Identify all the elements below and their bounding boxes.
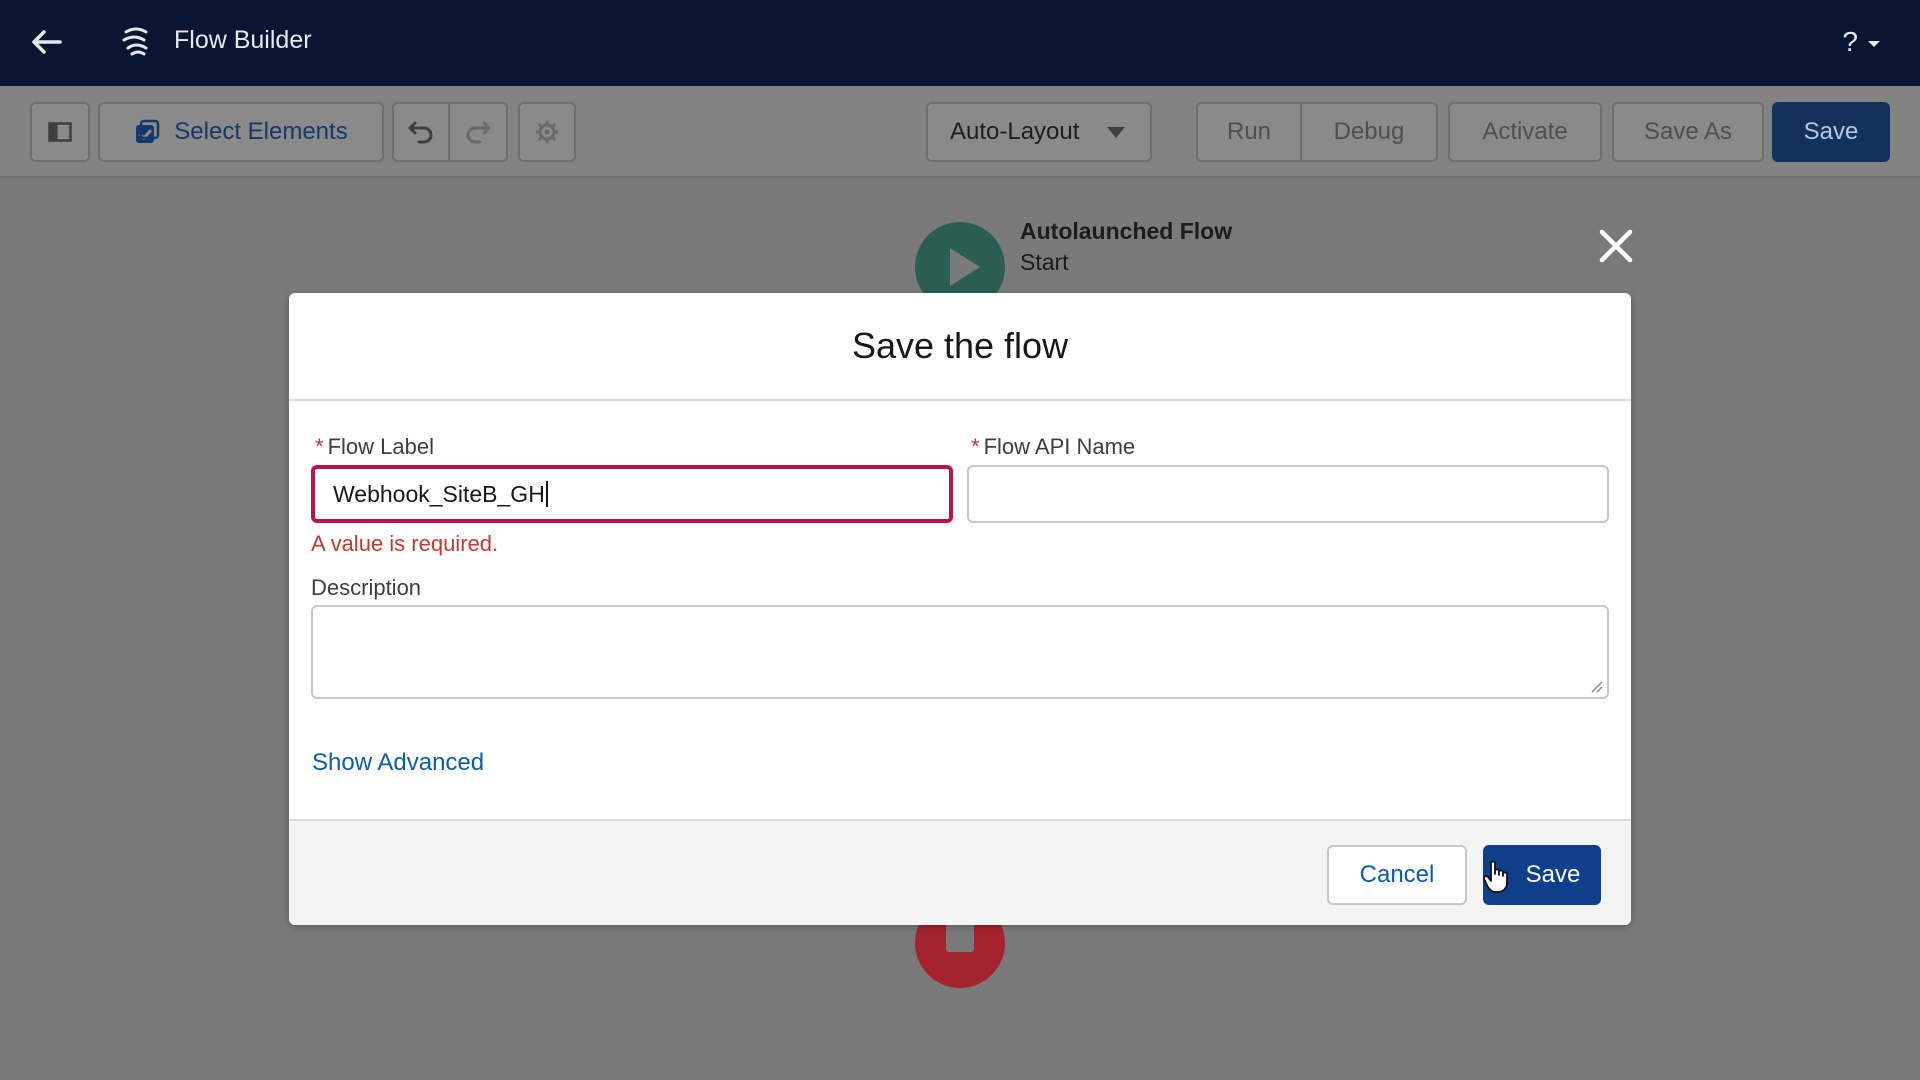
toolbar-save-button[interactable]: Save <box>1772 102 1890 162</box>
flow-properties-button[interactable] <box>518 102 576 162</box>
description-label: Description <box>311 575 422 600</box>
chevron-down-icon <box>1107 126 1126 138</box>
flow-api-name-text: Flow API Name <box>983 434 1136 459</box>
select-elements-button[interactable]: Select Elements <box>98 102 384 162</box>
flow-api-name-input[interactable] <box>967 465 1609 523</box>
checkbox-select-icon <box>136 119 160 143</box>
help-icon: ? <box>1842 26 1858 57</box>
modal-title: Save the flow <box>851 325 1069 366</box>
help-menu[interactable]: ? <box>1842 26 1880 58</box>
select-elements-label: Select Elements <box>174 118 348 145</box>
redo-button[interactable] <box>450 102 508 162</box>
chevron-down-icon <box>1868 41 1880 47</box>
undo-button[interactable] <box>392 102 450 162</box>
back-arrow-icon[interactable] <box>28 24 64 60</box>
save-as-button[interactable]: Save As <box>1612 102 1764 162</box>
flow-label-label: * Flow Label <box>315 434 434 460</box>
run-label: Run <box>1226 118 1272 145</box>
flow-label-input[interactable]: Webhook_SiteB_GH <box>311 465 953 523</box>
activate-label: Activate <box>1482 118 1568 145</box>
redo-icon <box>466 121 491 144</box>
start-node-subtitle: Start <box>1020 249 1069 275</box>
undo-icon <box>408 121 433 144</box>
cancel-label: Cancel <box>1359 861 1435 888</box>
debug-label: Debug <box>1333 118 1405 145</box>
required-marker: * <box>315 434 324 459</box>
flow-label-text: Flow Label <box>327 434 434 459</box>
app-title: Flow Builder <box>174 26 312 54</box>
close-icon[interactable] <box>1596 226 1636 266</box>
toolbar-save-label: Save <box>1803 118 1859 145</box>
panel-icon <box>48 122 72 142</box>
toolbar: Select Elements Auto-Layout Run Debug Ac… <box>0 86 1920 178</box>
save-flow-modal: Save the flow * Flow Label Webhook_SiteB_… <box>289 293 1631 925</box>
flow-label-value: Webhook_SiteB_GH <box>333 480 545 507</box>
resize-handle-icon[interactable] <box>1589 679 1603 693</box>
activate-button[interactable]: Activate <box>1448 102 1602 162</box>
run-button[interactable]: Run <box>1196 102 1302 162</box>
modal-header: Save the flow <box>289 293 1631 401</box>
required-marker: * <box>971 434 980 459</box>
hand-pointer-icon <box>1482 860 1508 893</box>
gear-icon <box>536 121 558 143</box>
save-label: Save <box>1525 861 1581 888</box>
layout-select[interactable]: Auto-Layout <box>926 102 1152 162</box>
flow-builder-icon <box>118 24 154 60</box>
description-textarea[interactable] <box>311 605 1609 699</box>
flow-api-name-label: * Flow API Name <box>971 434 1135 460</box>
save-as-label: Save As <box>1643 118 1733 145</box>
flow-label-error: A value is required. <box>311 531 499 556</box>
layout-select-value: Auto-Layout <box>950 118 1080 145</box>
start-node-title: Autolaunched Flow <box>1020 218 1233 244</box>
toggle-panel-button[interactable] <box>30 102 90 162</box>
app-header: Flow Builder ? <box>0 0 1920 86</box>
show-advanced-link[interactable]: Show Advanced <box>312 749 484 777</box>
modal-footer: Cancel Save <box>289 819 1631 925</box>
text-cursor <box>545 481 548 507</box>
debug-button[interactable]: Debug <box>1302 102 1438 162</box>
cancel-button[interactable]: Cancel <box>1327 845 1467 905</box>
